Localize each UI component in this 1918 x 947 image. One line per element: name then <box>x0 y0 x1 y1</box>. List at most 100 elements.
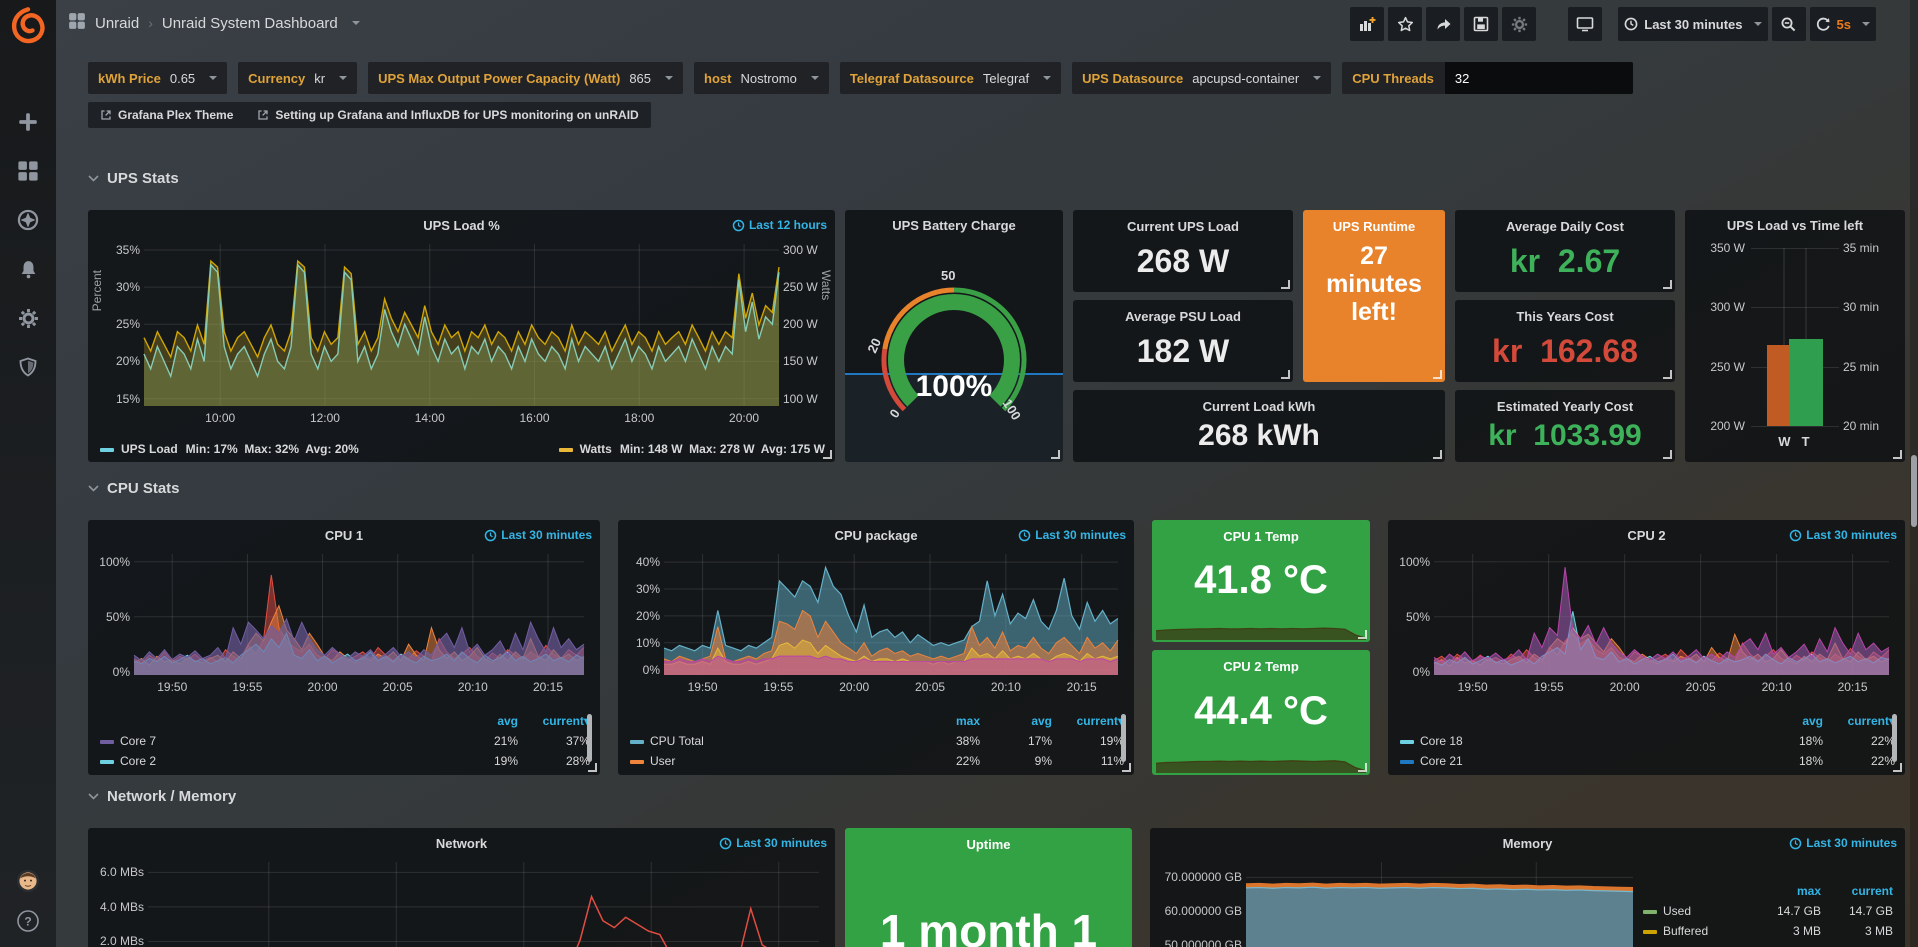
plot-area[interactable] <box>134 554 584 675</box>
y-tick: 6.0 MBs <box>92 865 144 879</box>
legend-series-name[interactable]: User <box>650 754 908 769</box>
legend-sort-header[interactable]: avg <box>980 714 1052 729</box>
dashboards-icon[interactable] <box>16 159 40 183</box>
sidebar: ? <box>0 0 56 947</box>
legend-sort-header[interactable]: current <box>1821 884 1893 899</box>
panel-time-range[interactable]: Last 30 minutes <box>719 836 827 850</box>
section-network-memory[interactable]: Network / Memory <box>88 788 236 805</box>
star-button[interactable] <box>1388 7 1422 41</box>
panel-title[interactable]: Current UPS Load <box>1127 219 1239 234</box>
legend-series-name[interactable]: Core 21 <box>1420 754 1751 769</box>
panel-resize-handle[interactable] <box>1281 370 1290 379</box>
link-grafana-plex-theme[interactable]: Grafana Plex Theme <box>100 108 233 122</box>
panel-title[interactable]: Uptime <box>966 837 1010 852</box>
configuration-gear-icon[interactable] <box>16 306 40 330</box>
panel-resize-handle[interactable] <box>1358 630 1367 639</box>
panel-resize-handle[interactable] <box>1433 370 1442 379</box>
panel-title[interactable]: This Years Cost <box>1516 309 1613 324</box>
dashboard-grid-icon[interactable] <box>68 12 86 34</box>
legend-series-name[interactable]: Buffered <box>1663 924 1749 939</box>
legend-series-name[interactable]: Core 2 <box>120 754 446 769</box>
panel-title[interactable]: UPS Runtime <box>1333 219 1415 234</box>
plot-area[interactable] <box>664 554 1118 675</box>
panel-resize-handle[interactable] <box>1433 450 1442 459</box>
add-panel-button[interactable] <box>1350 7 1384 41</box>
plot-area[interactable] <box>144 244 779 406</box>
legend-sort-header[interactable]: max <box>908 714 980 729</box>
create-icon[interactable] <box>16 110 40 134</box>
panel-time-range[interactable]: Last 30 minutes <box>1789 836 1897 850</box>
legend-scrollbar[interactable] <box>587 714 592 762</box>
page-scrollbar[interactable] <box>1910 0 1918 947</box>
cpu-threads-input[interactable] <box>1445 62 1633 94</box>
breadcrumb-root[interactable]: Unraid <box>95 15 139 32</box>
legend-sort-header[interactable]: current▾ <box>1052 714 1124 729</box>
legend-sort-header[interactable]: current▾ <box>518 714 590 729</box>
panel-title[interactable]: CPU 2 Temp <box>1223 659 1299 674</box>
legend-series-name[interactable]: Core 18 <box>1420 734 1751 749</box>
legend-sort-header[interactable]: avg <box>446 714 518 729</box>
legend-swatch <box>100 448 114 452</box>
panel-time-range[interactable]: Last 12 hours <box>732 218 827 232</box>
share-button[interactable] <box>1426 7 1460 41</box>
bar-plot-area[interactable] <box>1751 248 1839 426</box>
panel-resize-handle[interactable] <box>1663 370 1672 379</box>
save-button[interactable] <box>1464 7 1498 41</box>
legend-sort-header[interactable]: max <box>1749 884 1821 899</box>
variable-currency[interactable]: Currencykr <box>238 62 357 94</box>
panel-resize-handle[interactable] <box>1663 450 1672 459</box>
server-admin-shield-icon[interactable] <box>16 355 40 379</box>
refresh-button[interactable]: 5s <box>1810 7 1876 41</box>
legend-item[interactable]: WattsMin: 148 W Max: 278 W Avg: 175 W <box>559 442 825 456</box>
section-ups-stats[interactable]: UPS Stats <box>88 170 179 187</box>
page-scrollbar-thumb[interactable] <box>1911 455 1917 527</box>
legend-sort-header[interactable]: current▾ <box>1823 714 1895 729</box>
panel-title[interactable]: Average PSU Load <box>1125 309 1241 324</box>
panel-resize-handle[interactable] <box>1281 280 1290 289</box>
panel-resize-handle[interactable] <box>1358 763 1367 772</box>
grafana-logo[interactable] <box>8 6 48 46</box>
panel-time-range[interactable]: Last 30 minutes <box>484 528 592 542</box>
panel-resize-handle[interactable] <box>1663 280 1672 289</box>
plot-area[interactable] <box>1434 554 1889 675</box>
panel-title[interactable]: CPU 1 Temp <box>1223 529 1299 544</box>
legend-series-name[interactable]: CPU Total <box>650 734 908 749</box>
user-avatar[interactable] <box>16 869 40 893</box>
panel-title[interactable]: UPS Battery Charge <box>845 210 1063 233</box>
panel-resize-handle[interactable] <box>1893 450 1902 459</box>
panel-title[interactable]: Estimated Yearly Cost <box>1497 399 1633 414</box>
cycle-view-button[interactable] <box>1568 7 1602 41</box>
y-axis-left: 6.0 MBs4.0 MBs2.0 MBs <box>92 862 144 947</box>
variable-ups-datasource[interactable]: UPS Datasourceapcupsd-container <box>1072 62 1331 94</box>
variable-ups-max-power[interactable]: UPS Max Output Power Capacity (Watt)865 <box>368 62 683 94</box>
link-ups-monitoring-guide[interactable]: Setting up Grafana and InfluxDB for UPS … <box>257 108 638 122</box>
dashboard-settings-button[interactable] <box>1502 7 1536 41</box>
zoom-out-button[interactable] <box>1772 7 1806 41</box>
panel-time-range[interactable]: Last 30 minutes <box>1018 528 1126 542</box>
panel-resize-handle[interactable] <box>1051 450 1060 459</box>
legend-scrollbar[interactable] <box>1892 714 1897 762</box>
alerting-bell-icon[interactable] <box>16 257 40 281</box>
legend-sort-header[interactable]: avg <box>1751 714 1823 729</box>
chevron-down-icon[interactable] <box>352 21 360 25</box>
legend-scrollbar[interactable] <box>1121 714 1126 762</box>
bar-T[interactable] <box>1789 339 1823 426</box>
panel-title[interactable]: UPS Load % <box>88 210 835 233</box>
variable-host[interactable]: hostNostromo <box>694 62 829 94</box>
panel-title[interactable]: Average Daily Cost <box>1506 219 1624 234</box>
variable-telegraf-datasource[interactable]: Telegraf DatasourceTelegraf <box>840 62 1061 94</box>
legend-series-name[interactable]: Used <box>1663 904 1749 919</box>
page-title[interactable]: Unraid System Dashboard <box>162 15 338 32</box>
panel-time-range[interactable]: Last 30 minutes <box>1789 528 1897 542</box>
panel-title[interactable]: UPS Load vs Time left <box>1685 210 1905 233</box>
section-cpu-stats[interactable]: CPU Stats <box>88 480 180 497</box>
explore-icon[interactable] <box>16 208 40 232</box>
legend-item[interactable]: UPS LoadMin: 17% Max: 32% Avg: 20% <box>100 442 359 456</box>
plot-area[interactable] <box>148 862 819 947</box>
plot-area[interactable] <box>1246 862 1633 947</box>
panel-title[interactable]: Current Load kWh <box>1203 399 1316 414</box>
time-range-button[interactable]: Last 30 minutes <box>1618 7 1767 41</box>
variable-kwh-price[interactable]: kWh Price0.65 <box>88 62 227 94</box>
legend-series-name[interactable]: Core 7 <box>120 734 446 749</box>
help-icon[interactable]: ? <box>16 909 40 933</box>
